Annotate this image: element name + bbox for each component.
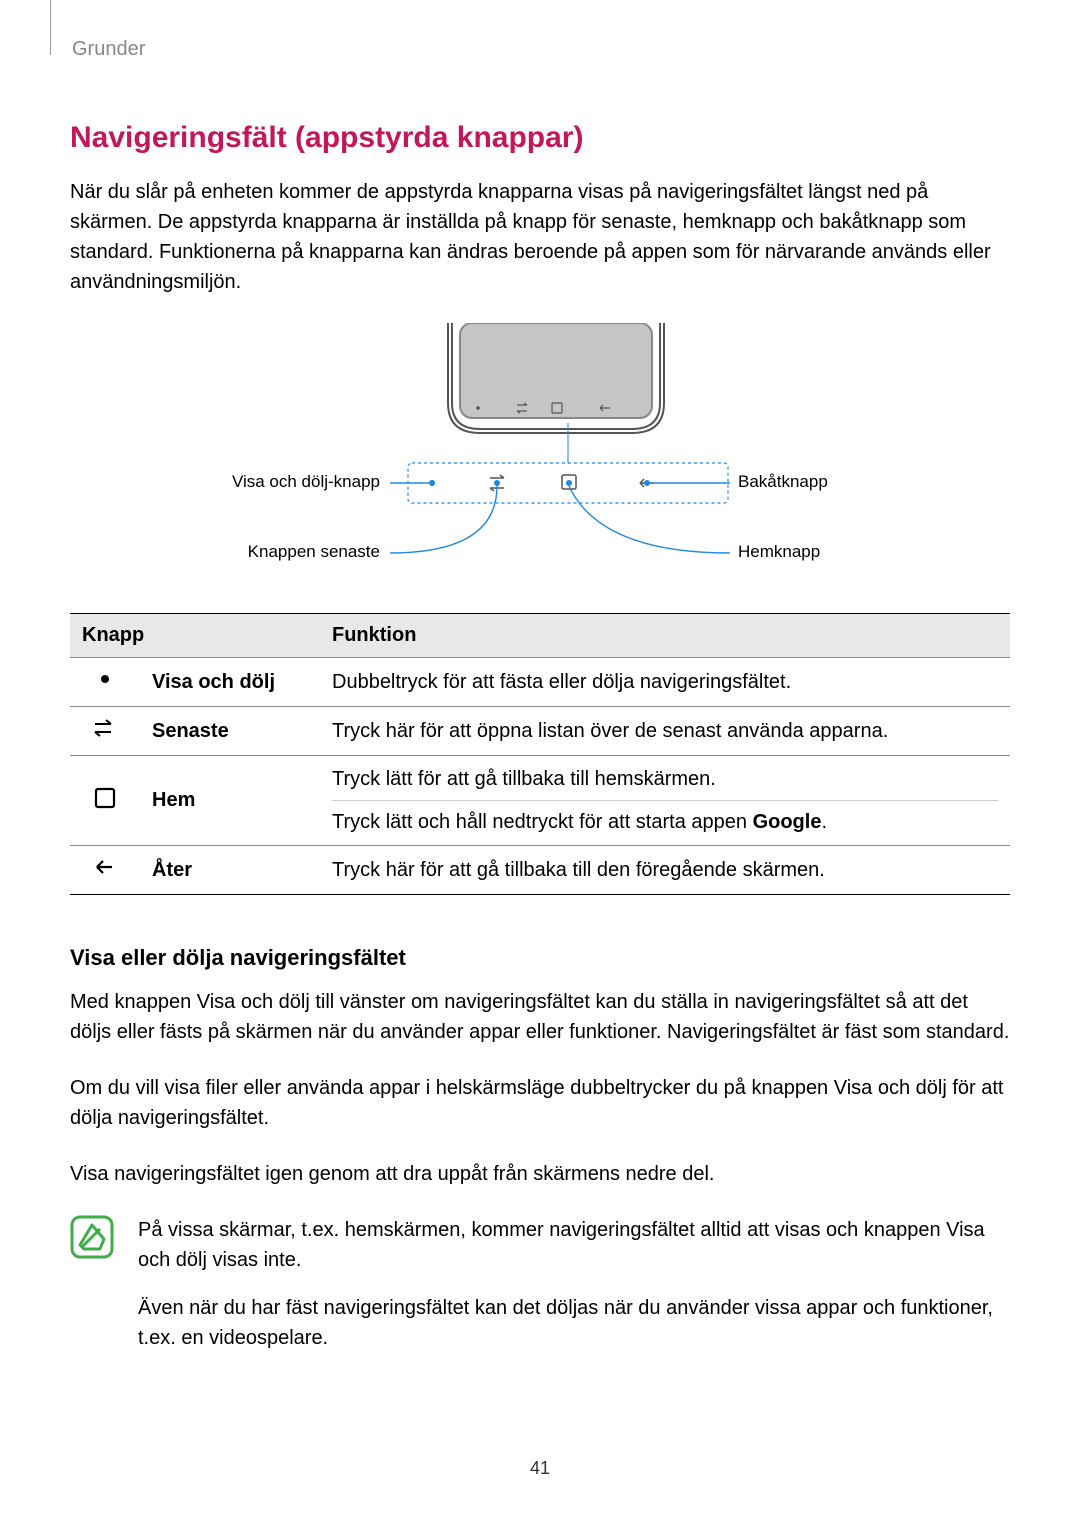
buttons-table: Knapp Funktion Visa och dölj Dubbeltryck… <box>70 613 1010 895</box>
home-func2: Tryck lätt och håll nedtryckt för att st… <box>332 807 998 837</box>
note-icon <box>70 1215 114 1264</box>
row-func: Tryck lätt för att gå tillbaka till hems… <box>320 756 1010 846</box>
home-icon <box>70 756 140 846</box>
row-name: Visa och dölj <box>140 658 320 707</box>
dot-icon <box>70 658 140 707</box>
back-icon <box>70 846 140 895</box>
row-name: Senaste <box>140 707 320 756</box>
th-function: Funktion <box>320 614 1010 658</box>
label-home: Hemknapp <box>738 542 820 561</box>
row-func: Tryck här för att gå tillbaka till den f… <box>320 846 1010 895</box>
navbar-figure: Visa och dölj-knapp Knappen senaste Bakå… <box>70 323 1010 573</box>
intro-paragraph: När du slår på enheten kommer de appstyr… <box>70 177 1010 297</box>
page-number: 41 <box>0 1458 1080 1479</box>
header-divider <box>50 0 51 55</box>
note-block: På vissa skärmar, t.ex. hemskärmen, komm… <box>70 1215 1010 1353</box>
note-2: Även när du har fäst navigeringsfältet k… <box>138 1293 1010 1353</box>
section2-heading: Visa eller dölja navigeringsfältet <box>70 945 1010 971</box>
breadcrumb: Grunder <box>70 38 1010 61</box>
recents-icon <box>70 707 140 756</box>
th-button: Knapp <box>70 614 320 658</box>
section2-p2: Om du vill visa filer eller använda appa… <box>70 1073 1010 1133</box>
page-title: Navigeringsfält (appstyrda knappar) <box>70 121 1010 155</box>
row-func: Tryck här för att öppna listan över de s… <box>320 707 1010 756</box>
label-show-hide: Visa och dölj-knapp <box>232 472 380 491</box>
row-func: Dubbeltryck för att fästa eller dölja na… <box>320 658 1010 707</box>
section2-p3: Visa navigeringsfältet igen genom att dr… <box>70 1159 1010 1189</box>
label-back: Bakåtknapp <box>738 472 828 491</box>
row-name: Åter <box>140 846 320 895</box>
row-name: Hem <box>140 756 320 846</box>
label-recents: Knappen senaste <box>248 542 380 561</box>
section2-p1: Med knappen Visa och dölj till vänster o… <box>70 987 1010 1047</box>
note-1: På vissa skärmar, t.ex. hemskärmen, komm… <box>138 1215 1010 1275</box>
home-func1: Tryck lätt för att gå tillbaka till hems… <box>332 764 998 794</box>
